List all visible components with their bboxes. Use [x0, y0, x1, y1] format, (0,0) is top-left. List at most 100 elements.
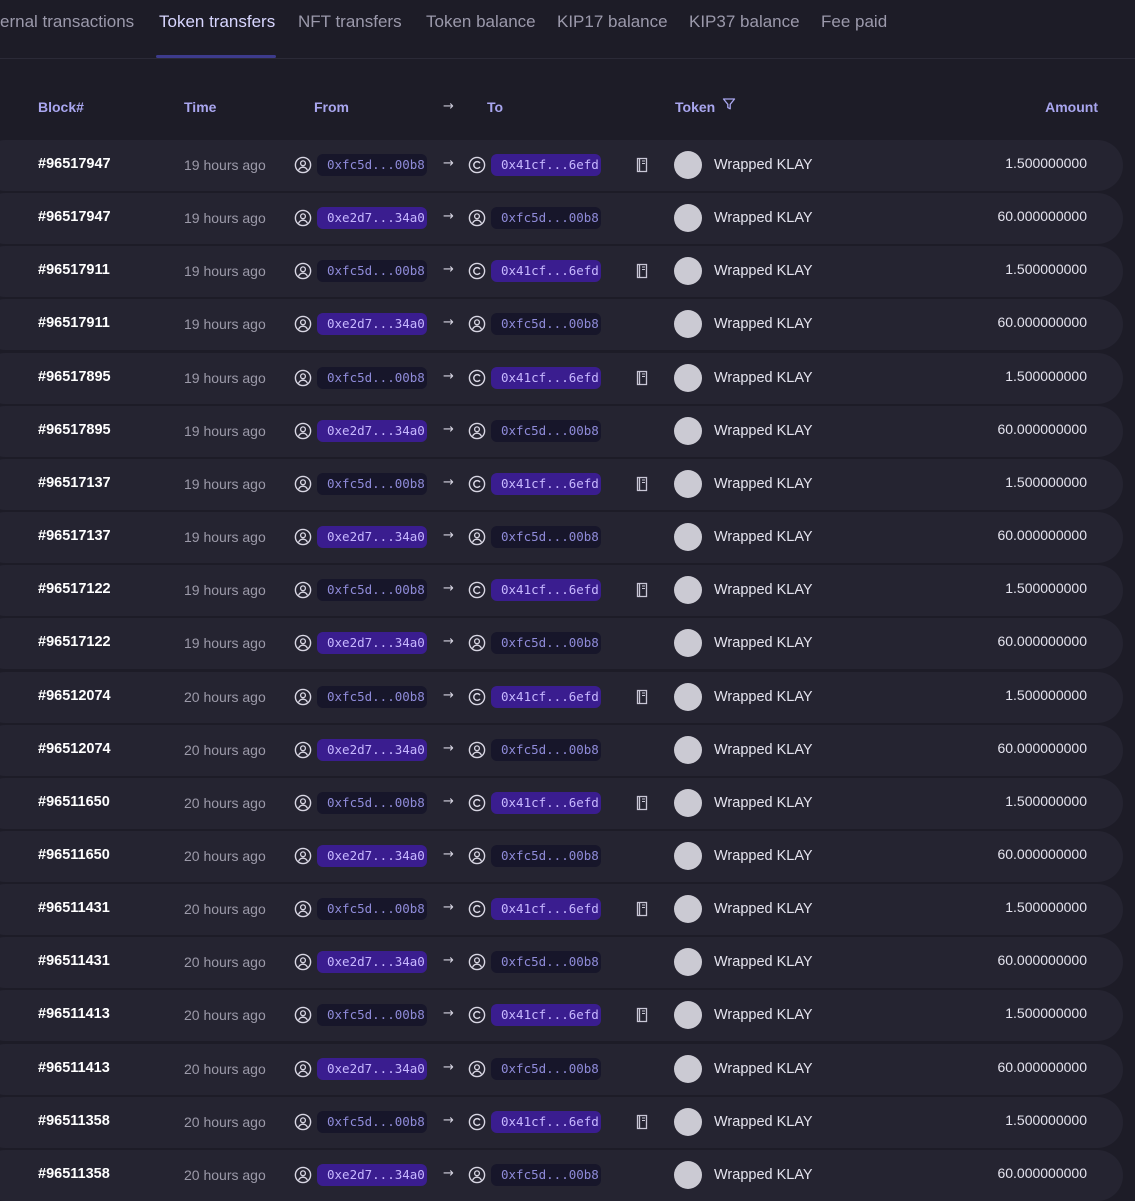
to-address-link[interactable]: 0xfc5d...00b8 — [491, 313, 601, 336]
tab-kip17-balance[interactable]: KIP17 balance — [557, 12, 668, 32]
block-number-link[interactable]: #96517895 — [38, 422, 111, 438]
block-number-link[interactable]: #96517947 — [38, 209, 111, 225]
from-address-link[interactable]: 0xfc5d...00b8 — [317, 260, 427, 283]
book-icon[interactable] — [635, 901, 649, 917]
block-number-link[interactable]: #96511431 — [38, 900, 110, 916]
token-name-link[interactable]: Wrapped KLAY — [714, 157, 813, 173]
to-address-link[interactable]: 0xfc5d...00b8 — [491, 1163, 601, 1186]
to-address-link[interactable]: 0x41cf...6efd — [491, 260, 601, 283]
to-address-link[interactable]: 0x41cf...6efd — [491, 1110, 601, 1133]
block-number-link[interactable]: #96511650 — [38, 794, 110, 810]
to-address-link[interactable]: 0xfc5d...00b8 — [491, 632, 601, 655]
token-name-link[interactable]: Wrapped KLAY — [714, 1114, 813, 1130]
from-address-link[interactable]: 0xfc5d...00b8 — [317, 579, 427, 602]
tab-nft-transfers[interactable]: NFT transfers — [298, 12, 402, 32]
token-name-link[interactable]: Wrapped KLAY — [714, 795, 813, 811]
block-number-link[interactable]: #96511431 — [38, 953, 110, 969]
from-address-link[interactable]: 0xfc5d...00b8 — [317, 898, 427, 921]
to-address-link[interactable]: 0x41cf...6efd — [491, 791, 601, 814]
from-address-link[interactable]: 0xe2d7...34a0 — [317, 844, 427, 867]
token-name-link[interactable]: Wrapped KLAY — [714, 263, 813, 279]
from-address-link[interactable]: 0xfc5d...00b8 — [317, 791, 427, 814]
book-icon[interactable] — [635, 476, 649, 492]
to-address-link[interactable]: 0xfc5d...00b8 — [491, 738, 601, 761]
token-name-link[interactable]: Wrapped KLAY — [714, 210, 813, 226]
token-name-link[interactable]: Wrapped KLAY — [714, 582, 813, 598]
to-address-link[interactable]: 0x41cf...6efd — [491, 579, 601, 602]
block-number-link[interactable]: #96511358 — [38, 1166, 110, 1182]
token-name-link[interactable]: Wrapped KLAY — [714, 742, 813, 758]
token-name-link[interactable]: Wrapped KLAY — [714, 848, 813, 864]
token-name-link[interactable]: Wrapped KLAY — [714, 316, 813, 332]
to-address-link[interactable]: 0x41cf...6efd — [491, 685, 601, 708]
to-address-link[interactable]: 0x41cf...6efd — [491, 898, 601, 921]
from-address-link[interactable]: 0xe2d7...34a0 — [317, 313, 427, 336]
tab-internal-transactions[interactable]: ernal transactions — [0, 12, 134, 32]
book-icon[interactable] — [635, 582, 649, 598]
token-name-link[interactable]: Wrapped KLAY — [714, 423, 813, 439]
tab-kip37-balance[interactable]: KIP37 balance — [689, 12, 800, 32]
block-number-link[interactable]: #96512074 — [38, 688, 111, 704]
tab-fee-paid[interactable]: Fee paid — [821, 12, 887, 32]
book-icon[interactable] — [635, 795, 649, 811]
from-address-link[interactable]: 0xfc5d...00b8 — [317, 685, 427, 708]
block-number-link[interactable]: #96517911 — [38, 315, 110, 331]
tab-token-transfers[interactable]: Token transfers — [159, 12, 275, 32]
token-name-link[interactable]: Wrapped KLAY — [714, 370, 813, 386]
to-address-link[interactable]: 0x41cf...6efd — [491, 1004, 601, 1027]
to-address-link[interactable]: 0xfc5d...00b8 — [491, 526, 601, 549]
to-address-link[interactable]: 0xfc5d...00b8 — [491, 1057, 601, 1080]
from-address-link[interactable]: 0xe2d7...34a0 — [317, 1057, 427, 1080]
to-address-link[interactable]: 0xfc5d...00b8 — [491, 207, 601, 230]
block-number-link[interactable]: #96517947 — [38, 156, 111, 172]
from-address-link[interactable]: 0xfc5d...00b8 — [317, 1110, 427, 1133]
from-address-link[interactable]: 0xfc5d...00b8 — [317, 366, 427, 389]
block-number-link[interactable]: #96511650 — [38, 847, 110, 863]
block-number-link[interactable]: #96512074 — [38, 741, 111, 757]
block-number-link[interactable]: #96511413 — [38, 1006, 110, 1022]
token-name-link[interactable]: Wrapped KLAY — [714, 1061, 813, 1077]
block-number-link[interactable]: #96517122 — [38, 634, 111, 650]
block-number-link[interactable]: #96517895 — [38, 369, 111, 385]
book-icon[interactable] — [635, 263, 649, 279]
from-address-link[interactable]: 0xe2d7...34a0 — [317, 632, 427, 655]
from-address-link[interactable]: 0xe2d7...34a0 — [317, 951, 427, 974]
token-name-link[interactable]: Wrapped KLAY — [714, 1167, 813, 1183]
block-number-link[interactable]: #96517122 — [38, 581, 111, 597]
book-icon[interactable] — [635, 157, 649, 173]
block-number-link[interactable]: #96517137 — [38, 528, 111, 544]
from-address-link[interactable]: 0xe2d7...34a0 — [317, 207, 427, 230]
from-address-link[interactable]: 0xfc5d...00b8 — [317, 154, 427, 176]
column-header-time[interactable]: Time — [184, 99, 216, 115]
token-name-link[interactable]: Wrapped KLAY — [714, 635, 813, 651]
to-address-link[interactable]: 0x41cf...6efd — [491, 472, 601, 495]
book-icon[interactable] — [635, 689, 649, 705]
from-address-link[interactable]: 0xfc5d...00b8 — [317, 1004, 427, 1027]
token-name-link[interactable]: Wrapped KLAY — [714, 901, 813, 917]
funnel-icon[interactable] — [722, 97, 736, 111]
token-name-link[interactable]: Wrapped KLAY — [714, 1007, 813, 1023]
from-address-link[interactable]: 0xfc5d...00b8 — [317, 472, 427, 495]
to-address-link[interactable]: 0x41cf...6efd — [491, 154, 601, 176]
book-icon[interactable] — [635, 370, 649, 386]
token-name-link[interactable]: Wrapped KLAY — [714, 529, 813, 545]
to-address-link[interactable]: 0x41cf...6efd — [491, 366, 601, 389]
token-name-link[interactable]: Wrapped KLAY — [714, 689, 813, 705]
to-address-link[interactable]: 0xfc5d...00b8 — [491, 951, 601, 974]
block-number-link[interactable]: #96511413 — [38, 1060, 110, 1076]
from-address-link[interactable]: 0xe2d7...34a0 — [317, 1163, 427, 1186]
block-number-link[interactable]: #96517911 — [38, 262, 110, 278]
from-address-link[interactable]: 0xe2d7...34a0 — [317, 419, 427, 442]
book-icon[interactable] — [635, 1007, 649, 1023]
from-address-link[interactable]: 0xe2d7...34a0 — [317, 526, 427, 549]
token-name-link[interactable]: Wrapped KLAY — [714, 954, 813, 970]
to-address-link[interactable]: 0xfc5d...00b8 — [491, 419, 601, 442]
book-icon[interactable] — [635, 1114, 649, 1130]
to-address-link[interactable]: 0xfc5d...00b8 — [491, 844, 601, 867]
block-number-link[interactable]: #96517137 — [38, 475, 111, 491]
block-number-link[interactable]: #96511358 — [38, 1113, 110, 1129]
column-header-block[interactable]: Block# — [38, 99, 84, 115]
token-name-link[interactable]: Wrapped KLAY — [714, 476, 813, 492]
from-address-link[interactable]: 0xe2d7...34a0 — [317, 738, 427, 761]
tab-token-balance[interactable]: Token balance — [426, 12, 536, 32]
